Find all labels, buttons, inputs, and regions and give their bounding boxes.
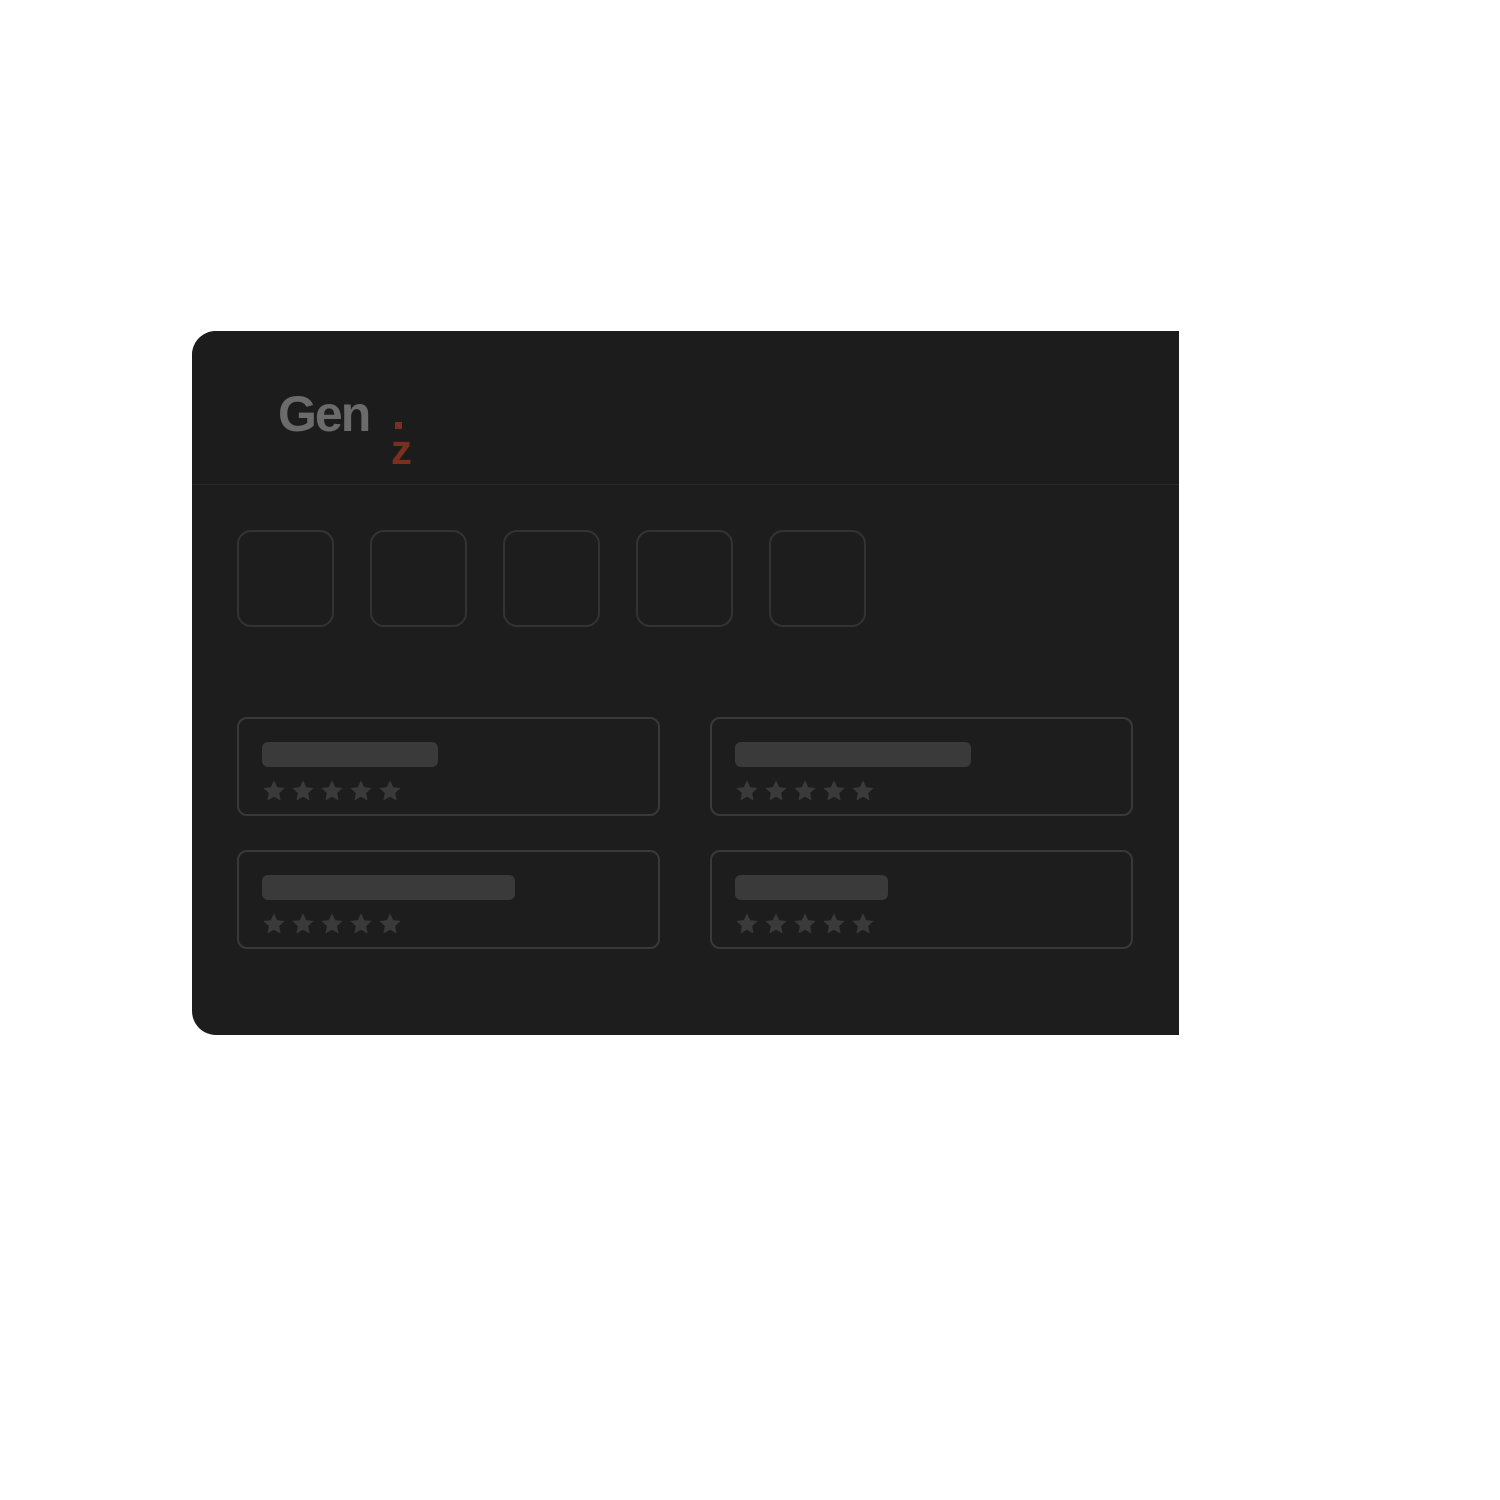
star-icon [822,912,846,936]
star-icon [262,912,286,936]
star-rating [735,912,880,936]
star-rating [735,779,880,803]
review-card[interactable] [237,717,660,816]
card-title-placeholder [735,875,888,900]
star-icon [851,912,875,936]
star-icon [349,779,373,803]
star-icon [349,912,373,936]
star-icon [378,779,402,803]
category-tile[interactable] [769,530,866,627]
star-icon [378,912,402,936]
review-card[interactable] [237,850,660,949]
logo-accent-letter: z [391,426,412,473]
star-icon [320,779,344,803]
star-icon [320,912,344,936]
star-icon [764,912,788,936]
star-icon [793,912,817,936]
star-icon [291,779,315,803]
card-title-placeholder [262,875,515,900]
review-card[interactable] [710,850,1133,949]
app-window: Gen z [192,331,1179,1035]
genz-logo[interactable]: Gen z [278,386,438,473]
star-icon [735,779,759,803]
star-icon [262,779,286,803]
star-rating [262,912,407,936]
category-tile[interactable] [636,530,733,627]
star-icon [822,779,846,803]
category-tile[interactable] [370,530,467,627]
star-icon [291,912,315,936]
star-icon [793,779,817,803]
header: Gen z [192,331,1179,485]
review-card[interactable] [710,717,1133,816]
star-icon [851,779,875,803]
star-rating [262,779,407,803]
logo-wordmark: Gen [278,386,371,442]
category-tile[interactable] [503,530,600,627]
category-tile[interactable] [237,530,334,627]
star-icon [764,779,788,803]
card-title-placeholder [262,742,438,767]
card-title-placeholder [735,742,971,767]
star-icon [735,912,759,936]
